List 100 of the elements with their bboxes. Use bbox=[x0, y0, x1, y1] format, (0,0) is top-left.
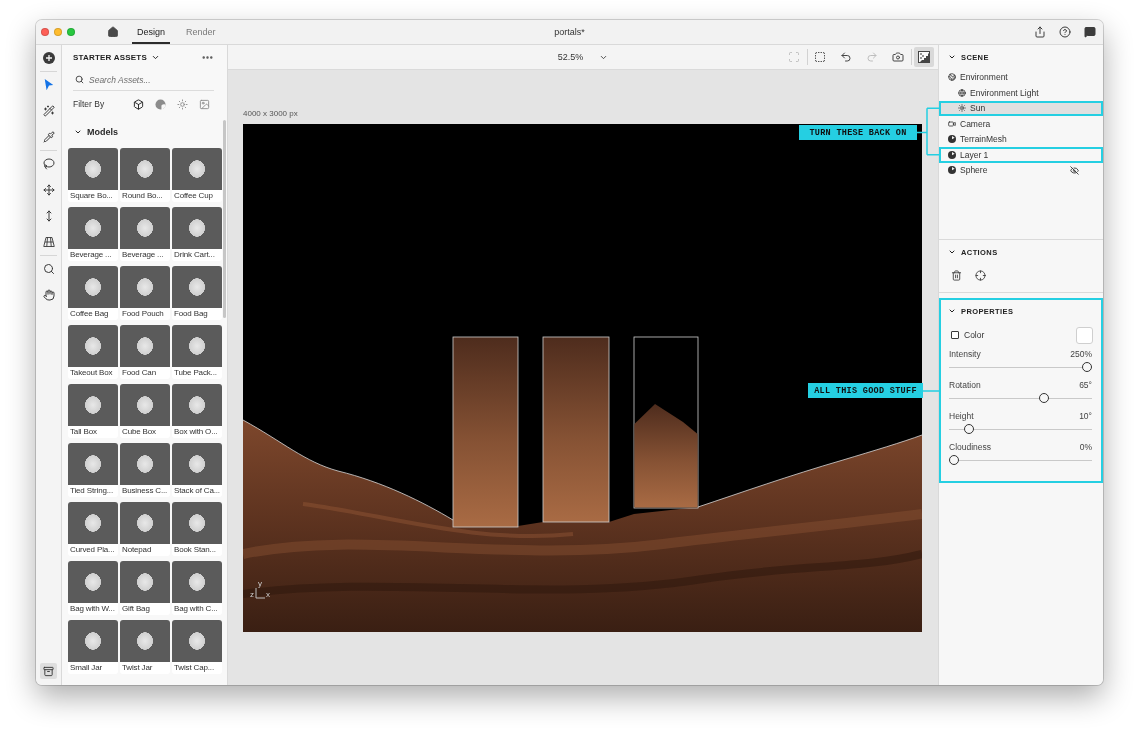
asset-tile[interactable]: Tube Pack... bbox=[172, 325, 222, 379]
slider-thumb[interactable] bbox=[1039, 393, 1050, 403]
search-icon bbox=[75, 75, 84, 84]
asset-tile[interactable]: Twist Jar bbox=[120, 620, 170, 674]
home-button[interactable] bbox=[106, 25, 119, 39]
home-icon bbox=[106, 26, 119, 38]
asset-tile[interactable]: Food Bag bbox=[172, 266, 222, 320]
zoom-dropdown[interactable]: 52.5% bbox=[553, 52, 613, 62]
redo-arrow-icon bbox=[866, 51, 878, 63]
asset-tile[interactable]: Business C... bbox=[120, 443, 170, 497]
asset-tile[interactable]: Coffee Bag bbox=[68, 266, 118, 320]
chat-bubble-icon bbox=[1084, 26, 1096, 38]
asset-tile[interactable]: Cube Box bbox=[120, 384, 170, 438]
scene-tree-item[interactable]: Environment bbox=[939, 69, 1103, 85]
frame-corners-icon bbox=[788, 51, 800, 63]
search-field[interactable]: Search Assets... bbox=[89, 71, 214, 88]
callout-label: TURN THESE BACK ON bbox=[799, 125, 917, 140]
asset-tile[interactable]: Beverage ... bbox=[68, 207, 118, 261]
asset-tile[interactable]: Bag with C... bbox=[172, 561, 222, 615]
asset-tile[interactable]: Bag with W... bbox=[68, 561, 118, 615]
assets-dropdown[interactable]: STARTER ASSETS bbox=[73, 52, 160, 62]
help-button[interactable] bbox=[1059, 26, 1071, 38]
scrollbar[interactable] bbox=[223, 120, 226, 318]
axis-lines-icon bbox=[255, 588, 265, 599]
asset-tile[interactable]: Tall Box bbox=[68, 384, 118, 438]
slider-thumb[interactable] bbox=[949, 455, 959, 465]
asset-tile[interactable]: Twist Cap... bbox=[172, 620, 222, 674]
action-button[interactable] bbox=[975, 269, 986, 281]
asset-tile[interactable]: Square Bo... bbox=[68, 148, 118, 202]
close-window-icon[interactable] bbox=[41, 28, 49, 36]
asset-tile[interactable]: Tied String... bbox=[68, 443, 118, 497]
maximize-window-icon[interactable] bbox=[67, 28, 75, 36]
magnifier-icon bbox=[42, 263, 55, 275]
axis-label: z bbox=[250, 591, 254, 599]
dashed-square-icon bbox=[814, 51, 826, 63]
feedback-button[interactable] bbox=[1084, 26, 1096, 38]
product-photo-placeholder bbox=[68, 443, 118, 485]
scene-tree-item[interactable]: Environment Light bbox=[939, 85, 1103, 101]
product-photo-placeholder bbox=[172, 266, 222, 308]
callout-label: ALL THIS GOOD STUFF bbox=[808, 383, 923, 398]
asset-tile[interactable]: Small Jar bbox=[68, 620, 118, 674]
notched-disc-icon bbox=[948, 135, 956, 144]
color-swatch[interactable] bbox=[1076, 326, 1093, 344]
eyedropper-icon bbox=[42, 131, 55, 143]
asset-tile[interactable]: Book Stan... bbox=[172, 502, 222, 556]
asset-tile[interactable]: Box with O... bbox=[172, 384, 222, 438]
scene-tree-item[interactable]: Sphere bbox=[939, 162, 1103, 178]
library-button[interactable] bbox=[40, 663, 57, 679]
cube-icon bbox=[132, 98, 144, 110]
product-photo-placeholder bbox=[120, 325, 170, 367]
slider-thumb[interactable] bbox=[963, 424, 974, 434]
slider-thumb[interactable] bbox=[1082, 362, 1092, 372]
scene-tree-item[interactable]: Layer 1 bbox=[939, 147, 1103, 163]
scene-tree-item[interactable]: TerrainMesh bbox=[939, 131, 1103, 147]
product-photo-placeholder bbox=[172, 325, 222, 367]
chevron-down-icon bbox=[74, 128, 82, 136]
asset-tile[interactable]: Curved Pla... bbox=[68, 502, 118, 556]
product-photo-placeholder bbox=[68, 148, 118, 190]
scene-tree-item[interactable]: Sun bbox=[939, 100, 1103, 116]
section-header[interactable]: Models bbox=[73, 120, 118, 144]
canvas-tool-button[interactable] bbox=[914, 47, 934, 67]
axis-label: x bbox=[266, 591, 270, 599]
crosshair-icon bbox=[975, 269, 986, 281]
pointer-icon bbox=[42, 79, 55, 91]
asset-tile[interactable]: Food Can bbox=[120, 325, 170, 379]
property-label: Rotation bbox=[949, 380, 981, 390]
tab[interactable]: Render bbox=[181, 20, 221, 44]
action-button[interactable] bbox=[951, 269, 962, 281]
checkbox[interactable] bbox=[951, 331, 959, 339]
archive-box-icon bbox=[43, 665, 54, 677]
asset-tile[interactable]: Takeout Box bbox=[68, 325, 118, 379]
product-photo-placeholder bbox=[172, 620, 222, 662]
trash-icon bbox=[951, 269, 962, 281]
window-title: portals* bbox=[554, 27, 585, 37]
image-icon bbox=[198, 98, 210, 110]
product-photo-placeholder bbox=[172, 148, 222, 190]
asset-tile[interactable]: Round Bo... bbox=[120, 148, 170, 202]
scene-tree-item[interactable]: Camera bbox=[939, 116, 1103, 132]
asset-tile[interactable]: Notepad bbox=[120, 502, 170, 556]
asset-tile[interactable]: Stack of Ca... bbox=[172, 443, 222, 497]
asset-tile[interactable]: Gift Bag bbox=[120, 561, 170, 615]
magic-wand-icon bbox=[42, 105, 55, 117]
asset-tile[interactable]: Food Pouch bbox=[120, 266, 170, 320]
share-button[interactable] bbox=[1034, 26, 1046, 38]
product-photo-placeholder bbox=[172, 207, 222, 249]
product-photo-placeholder bbox=[120, 148, 170, 190]
product-photo-placeholder bbox=[68, 384, 118, 426]
asset-tile[interactable]: Coffee Cup bbox=[172, 148, 222, 202]
product-photo-placeholder bbox=[68, 561, 118, 603]
asset-tile[interactable]: Drink Cart... bbox=[172, 207, 222, 261]
move-arrows-icon bbox=[42, 184, 55, 196]
filter-button[interactable] bbox=[132, 98, 144, 110]
camera-icon bbox=[892, 51, 904, 63]
product-photo-placeholder bbox=[172, 502, 222, 544]
notched-disc-icon bbox=[948, 150, 956, 159]
asset-tile[interactable]: Beverage ... bbox=[120, 207, 170, 261]
eye-slash-icon[interactable] bbox=[1070, 165, 1079, 175]
product-photo-placeholder bbox=[68, 207, 118, 249]
product-photo-placeholder bbox=[68, 325, 118, 367]
undo-arrow-icon bbox=[840, 51, 852, 63]
